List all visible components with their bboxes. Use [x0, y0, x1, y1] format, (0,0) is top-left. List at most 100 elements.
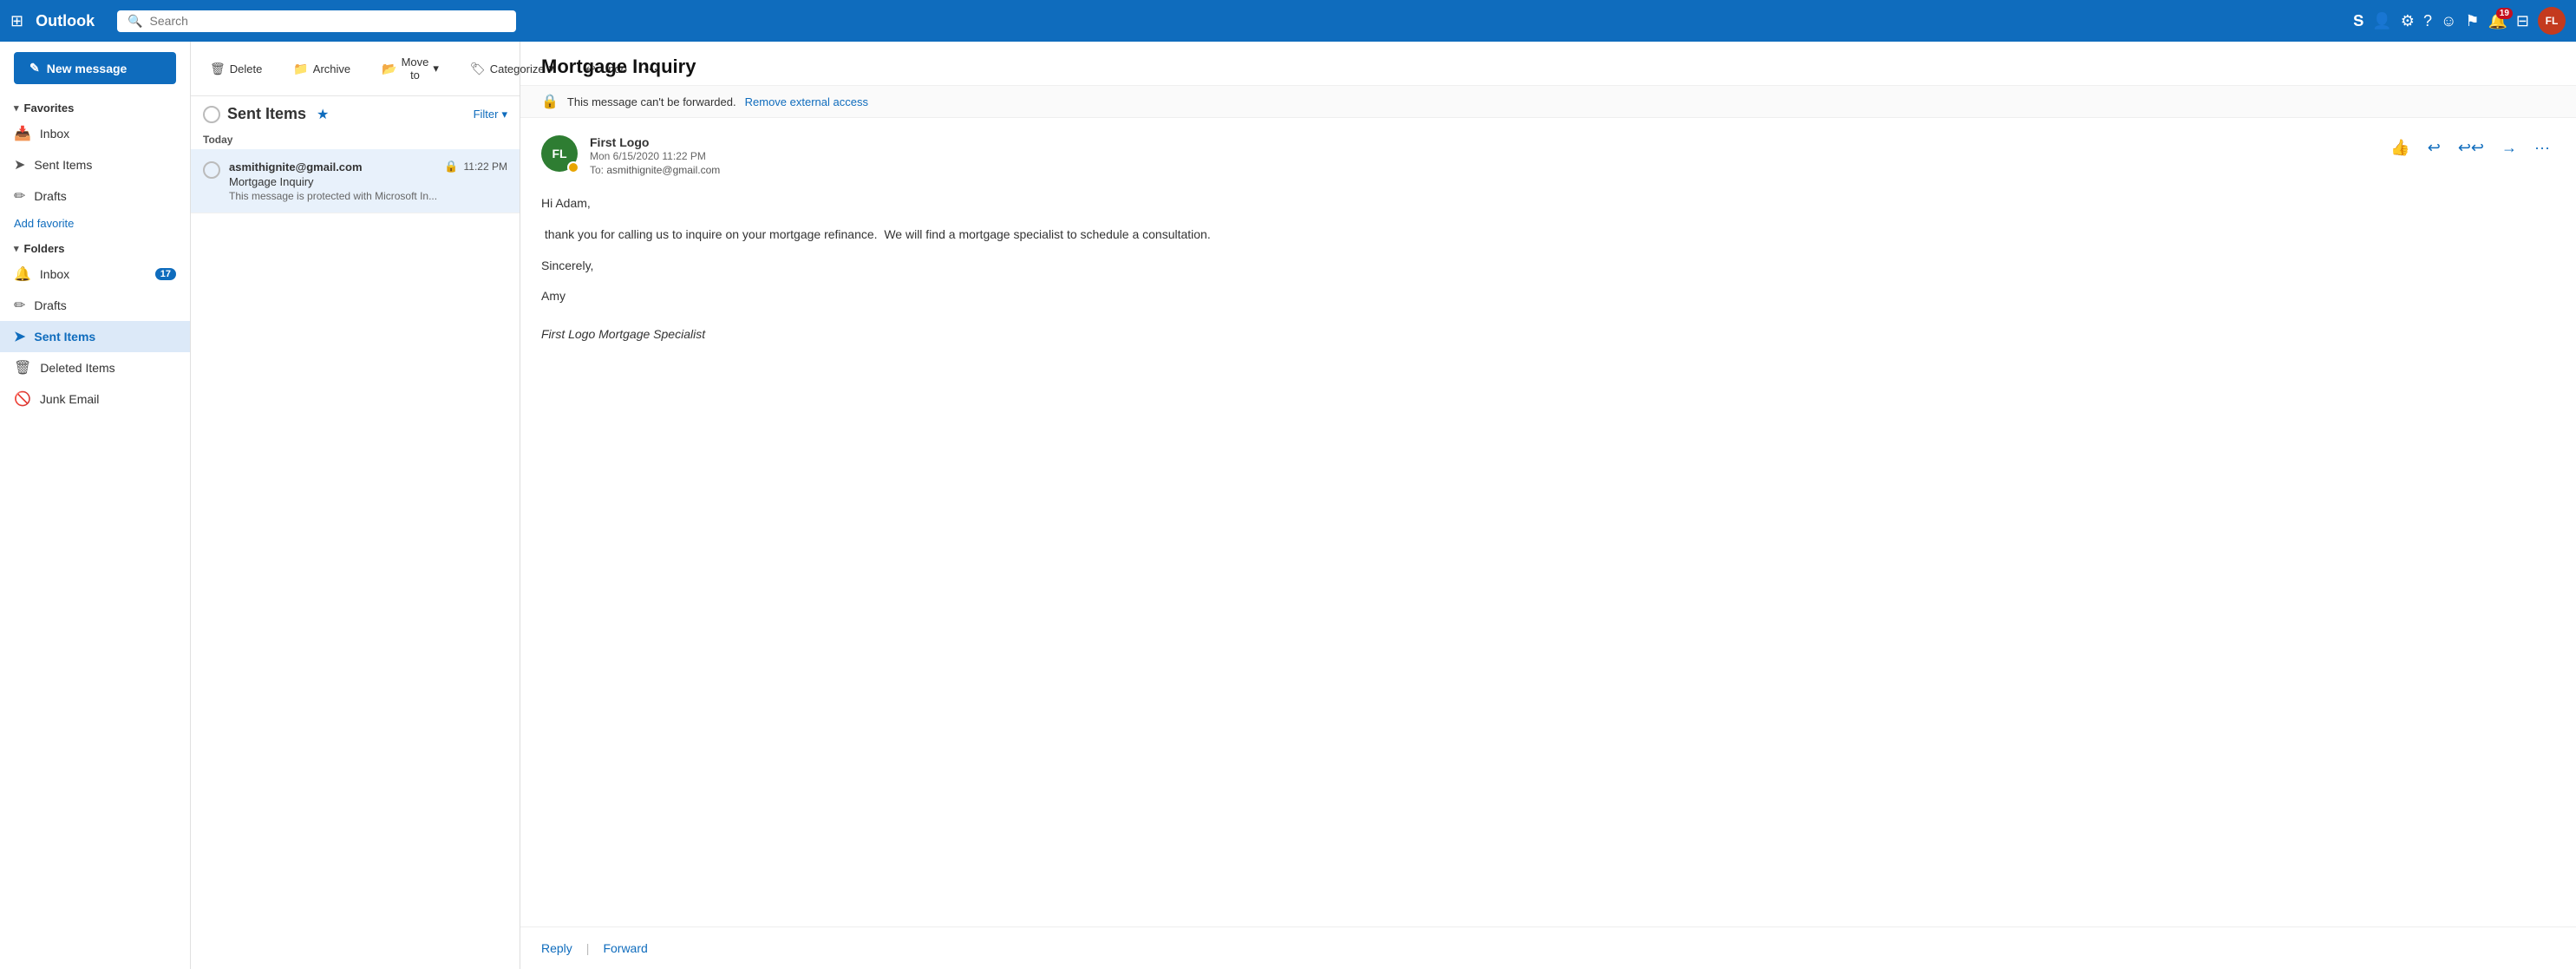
- archive-label: Archive: [313, 62, 350, 75]
- delete-icon: 🗑: [210, 62, 226, 76]
- email-list-header: Sent Items ★ Filter ▾: [191, 96, 520, 127]
- archive-button[interactable]: 📁 Archive: [286, 56, 357, 82]
- forward-button[interactable]: Forward: [603, 941, 647, 955]
- sent-icon: ➤: [14, 156, 25, 174]
- body-greeting: Hi Adam,: [541, 193, 2555, 214]
- topbar: ⊞ Outlook 🔍 𝐒 👤 ⚙ ? ☺ ⚑ 🔔 19 ⊟ FL: [0, 0, 2576, 42]
- categorize-icon: 🏷: [470, 62, 486, 76]
- people-icon[interactable]: 👤: [2372, 12, 2391, 30]
- junk-folder-icon: 🚫: [14, 390, 31, 408]
- email-section-today: Today: [191, 127, 520, 149]
- sidebar-item-inbox-folder[interactable]: 🔔 Inbox 17: [0, 259, 190, 290]
- settings-icon[interactable]: ⚙: [2401, 12, 2415, 30]
- footer-separator: |: [586, 941, 590, 955]
- sidebar-item-label: Inbox: [40, 127, 176, 141]
- filter-button[interactable]: Filter ▾: [474, 108, 507, 121]
- archive-icon: 📁: [293, 62, 308, 76]
- folders-label: Folders: [24, 242, 65, 255]
- inbox-icon: 📥: [14, 125, 31, 142]
- notification-badge: 19: [2496, 8, 2513, 19]
- app-title: Outlook: [36, 12, 95, 30]
- sidebar-item-label: Drafts: [34, 298, 176, 312]
- star-icon[interactable]: ★: [317, 106, 329, 123]
- sidebar-item-sent-folder[interactable]: ➤ Sent Items: [0, 321, 190, 352]
- to-address: asmithignite@gmail.com: [606, 164, 720, 176]
- more-actions-button[interactable]: ···: [2529, 135, 2555, 160]
- folders-chevron-icon: ▾: [14, 243, 19, 254]
- email-header-actions: 👍 ↩ ↩↩ → ···: [2385, 135, 2555, 160]
- filter-label: Filter: [474, 108, 499, 121]
- sidebar-item-drafts-folder[interactable]: ✏ Drafts: [0, 290, 190, 321]
- new-message-button[interactable]: ✎ New message: [14, 52, 176, 84]
- help-icon[interactable]: ?: [2423, 12, 2432, 30]
- compose-icon: ✎: [29, 61, 40, 75]
- email-select-circle[interactable]: [203, 161, 220, 179]
- reply-header-button[interactable]: ↩: [2422, 135, 2446, 160]
- move-chevron-icon: ▾: [433, 62, 439, 75]
- body-main: thank you for calling us to inquire on y…: [541, 225, 2555, 246]
- filter-chevron-icon: ▾: [501, 108, 507, 121]
- main-toolbar: 🗑 Delete 📁 Archive 📂 Move to ▾ 🏷 Categor…: [191, 42, 520, 96]
- favorites-chevron-icon: ▾: [14, 102, 19, 114]
- flag-icon[interactable]: ⚑: [2465, 12, 2479, 30]
- reply-all-header-button[interactable]: ↩↩: [2453, 135, 2489, 160]
- email-item[interactable]: asmithignite@gmail.com 🔒 11:22 PM Mortga…: [191, 149, 520, 213]
- email-list-title: Sent Items: [227, 105, 306, 123]
- sidebar-item-inbox-fav[interactable]: 📥 Inbox: [0, 118, 190, 149]
- select-all-circle[interactable]: [203, 106, 220, 123]
- deleted-folder-icon: 🗑: [14, 359, 31, 376]
- email-subject: Mortgage Inquiry: [229, 175, 507, 188]
- skype-icon[interactable]: 𝐒: [2353, 12, 2364, 30]
- sidebar-item-sent-fav[interactable]: ➤ Sent Items: [0, 149, 190, 180]
- sidebar-item-drafts-fav[interactable]: ✏ Drafts: [0, 180, 190, 212]
- favorites-section-header[interactable]: ▾ Favorites: [0, 95, 190, 118]
- sidebar: ✎ New message ▾ Favorites 📥 Inbox ➤ Sent…: [0, 42, 191, 969]
- drafts-icon: ✏: [14, 187, 25, 205]
- delete-button[interactable]: 🗑 Delete: [203, 56, 269, 82]
- forward-header-button[interactable]: →: [2496, 135, 2522, 160]
- folders-section-header[interactable]: ▾ Folders: [0, 235, 190, 259]
- avatar[interactable]: FL: [2538, 7, 2566, 35]
- email-sender: asmithignite@gmail.com: [229, 160, 363, 174]
- search-box[interactable]: 🔍: [117, 10, 516, 32]
- protected-banner: 🔒 This message can't be forwarded. Remov…: [520, 86, 2576, 118]
- sidebar-item-label: Inbox: [40, 267, 147, 281]
- move-to-button[interactable]: 📂 Move to ▾: [375, 50, 446, 87]
- emoji-icon[interactable]: ☺: [2441, 12, 2456, 30]
- new-message-label: New message: [47, 62, 127, 75]
- email-item-content: asmithignite@gmail.com 🔒 11:22 PM Mortga…: [229, 160, 507, 202]
- search-input[interactable]: [150, 14, 507, 28]
- move-icon: 📂: [382, 62, 396, 76]
- email-header-row: FL First Logo Mon 6/15/2020 11:22 PM To:…: [541, 135, 2555, 176]
- email-meta: First Logo Mon 6/15/2020 11:22 PM To: as…: [590, 135, 2373, 176]
- email-item-row1: asmithignite@gmail.com 🔒 11:22 PM: [229, 160, 507, 174]
- notifications-icon[interactable]: 🔔 19: [2488, 12, 2507, 30]
- sender-avatar-initials: FL: [552, 147, 566, 160]
- email-body: Hi Adam, thank you for calling us to inq…: [541, 193, 2555, 345]
- body-signature: First Logo Mortgage Specialist: [541, 324, 2555, 345]
- email-content-area: FL First Logo Mon 6/15/2020 11:22 PM To:…: [520, 118, 2576, 926]
- add-favorite-link[interactable]: Add favorite: [0, 212, 190, 235]
- topbar-icons: 𝐒 👤 ⚙ ? ☺ ⚑ 🔔 19 ⊟ FL: [2353, 7, 2566, 35]
- inbox-folder-icon: 🔔: [14, 265, 31, 283]
- like-button[interactable]: 👍: [2385, 135, 2415, 160]
- favorites-label: Favorites: [24, 101, 75, 115]
- sender-avatar: FL: [541, 135, 578, 172]
- sidebar-item-label: Deleted Items: [40, 361, 176, 375]
- sent-folder-icon: ➤: [14, 328, 25, 345]
- inbox-badge: 17: [155, 268, 176, 280]
- sidebar-item-label: Sent Items: [34, 330, 176, 344]
- main-layout: ✎ New message ▾ Favorites 📥 Inbox ➤ Sent…: [0, 42, 2576, 969]
- apps-grid-icon[interactable]: ⊞: [10, 12, 23, 30]
- reply-button[interactable]: Reply: [541, 941, 572, 955]
- split-view-icon[interactable]: ⊟: [2516, 12, 2529, 30]
- lock-icon: 🔒: [444, 160, 458, 174]
- sidebar-item-deleted-folder[interactable]: 🗑 Deleted Items: [0, 352, 190, 383]
- drafts-folder-icon: ✏: [14, 297, 25, 314]
- body-sincerely: Sincerely,: [541, 256, 2555, 277]
- sidebar-item-junk-folder[interactable]: 🚫 Junk Email: [0, 383, 190, 415]
- email-to: To: asmithignite@gmail.com: [590, 164, 2373, 176]
- email-footer: Reply | Forward: [520, 926, 2576, 969]
- remove-external-access-link[interactable]: Remove external access: [745, 95, 868, 108]
- reading-pane: Mortgage Inquiry 🔒 This message can't be…: [520, 42, 2576, 969]
